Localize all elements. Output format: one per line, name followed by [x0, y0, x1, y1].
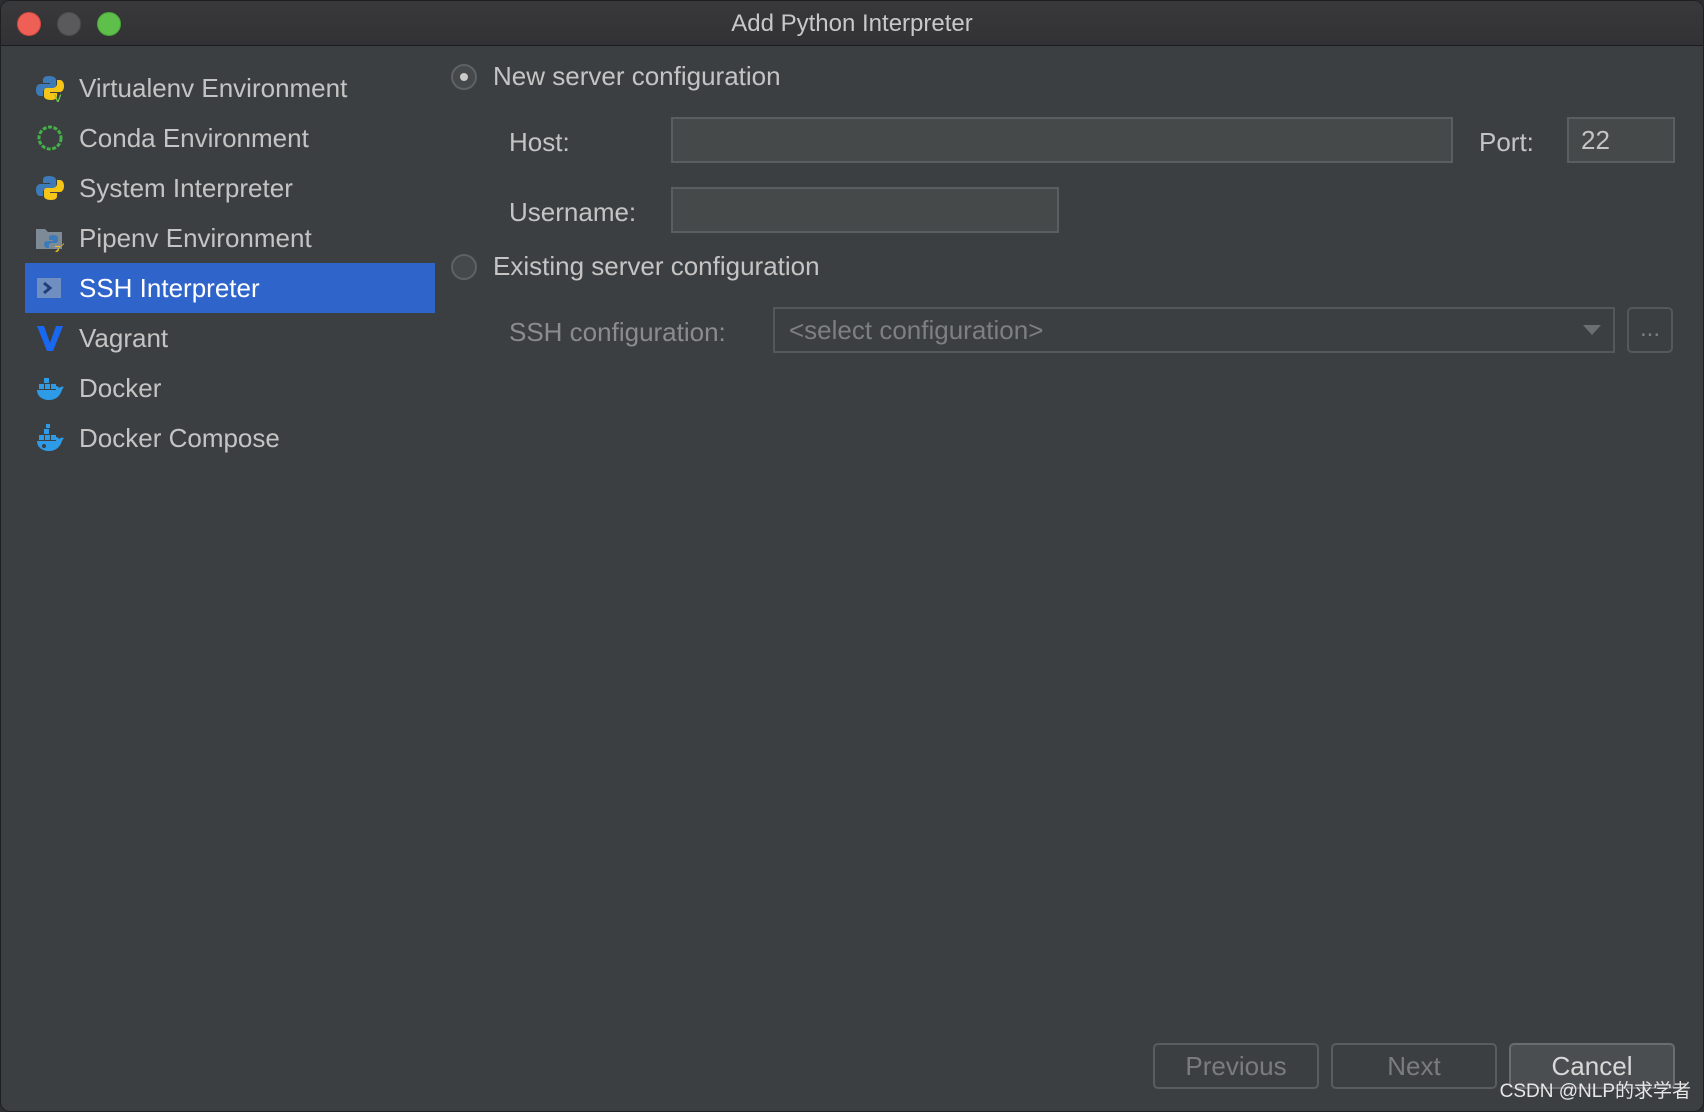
sidebar-item-label: Docker	[79, 372, 162, 403]
sidebar-item-label: Conda Environment	[79, 122, 309, 153]
svg-text:v: v	[54, 91, 62, 103]
sidebar-item-docker[interactable]: Docker	[25, 363, 435, 413]
new-server-radio[interactable]	[451, 63, 477, 90]
ssh-configuration-label: SSH configuration:	[509, 317, 726, 347]
window-title: Add Python Interpreter	[731, 10, 973, 37]
sidebar-item-conda[interactable]: Conda Environment	[25, 113, 435, 163]
pipenv-icon	[35, 223, 65, 253]
sidebar-item-vagrant[interactable]: Vagrant	[25, 313, 435, 363]
username-label: Username:	[509, 197, 637, 227]
docker-icon	[35, 373, 65, 403]
sidebar-item-virtualenv[interactable]: v Virtualenv Environment	[25, 63, 435, 113]
conda-icon	[35, 123, 65, 153]
chevron-down-icon	[1583, 325, 1601, 335]
host-input[interactable]	[671, 117, 1453, 163]
python-virtualenv-icon: v	[35, 73, 65, 103]
existing-server-label: Existing server configuration	[493, 251, 820, 281]
previous-button[interactable]: Previous	[1153, 1043, 1319, 1089]
sidebar-item-ssh-interpreter[interactable]: SSH Interpreter	[25, 263, 435, 313]
existing-server-option[interactable]: Existing server configuration	[451, 251, 820, 282]
sidebar-item-label: Vagrant	[79, 322, 169, 353]
port-label: Port:	[1479, 127, 1534, 157]
existing-server-radio[interactable]	[451, 253, 477, 280]
ssh-configuration-select[interactable]: <select configuration>	[773, 307, 1615, 353]
python-icon	[35, 173, 65, 203]
sidebar-item-system-interpreter[interactable]: System Interpreter	[25, 163, 435, 213]
interpreter-type-list: v Virtualenv Environment Conda Environme…	[25, 63, 435, 463]
username-input[interactable]	[671, 187, 1059, 233]
host-label: Host:	[509, 127, 570, 157]
sidebar-item-label: Docker Compose	[79, 422, 280, 453]
sidebar-item-label: System Interpreter	[79, 172, 293, 203]
watermark: CSDN @NLP的求学者	[1499, 1081, 1691, 1102]
new-server-label: New server configuration	[493, 61, 781, 91]
next-button[interactable]: Next	[1331, 1043, 1497, 1089]
new-server-option[interactable]: New server configuration	[451, 61, 781, 92]
ssh-icon	[35, 273, 65, 303]
title-bar: Add Python Interpreter	[1, 1, 1703, 46]
browse-ssh-config-button[interactable]: ...	[1627, 307, 1673, 353]
docker-compose-icon	[35, 423, 65, 453]
sidebar-item-label: Virtualenv Environment	[79, 72, 348, 103]
dialog-window: Add Python Interpreter v Virtualenv Envi…	[0, 0, 1704, 1112]
port-input[interactable]	[1567, 117, 1675, 163]
sidebar-item-pipenv[interactable]: Pipenv Environment	[25, 213, 435, 263]
ssh-configuration-placeholder: <select configuration>	[789, 315, 1044, 345]
vagrant-icon	[35, 323, 65, 353]
sidebar-item-label: SSH Interpreter	[79, 272, 260, 303]
sidebar-item-docker-compose[interactable]: Docker Compose	[25, 413, 435, 463]
sidebar-item-label: Pipenv Environment	[79, 222, 312, 253]
